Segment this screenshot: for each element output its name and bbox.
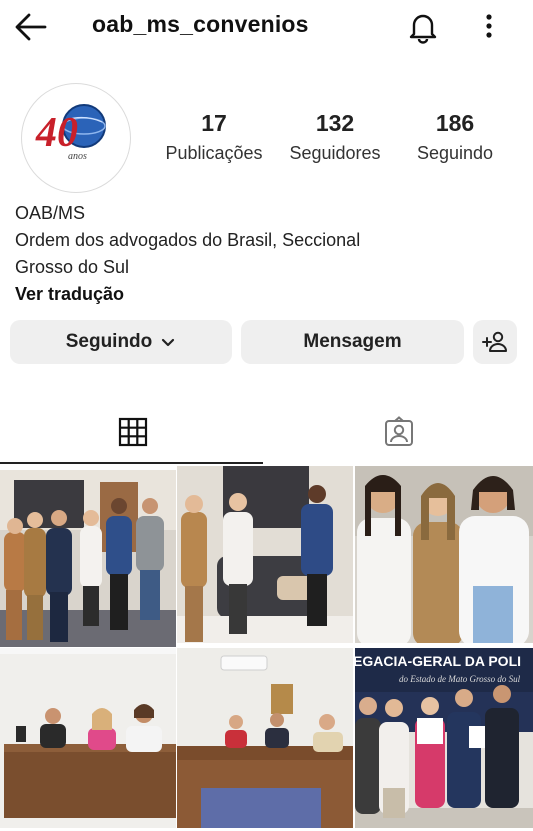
tagged-person-icon <box>385 416 413 446</box>
active-tab-indicator <box>0 462 263 464</box>
post-thumbnail[interactable] <box>0 648 176 828</box>
profile-bio: OAB/MS Ordem dos advogados do Brasil, Se… <box>15 200 360 308</box>
posts-count-value: 17 <box>201 110 227 136</box>
add-user-icon <box>482 331 507 352</box>
add-user-button[interactable] <box>473 320 517 364</box>
followers-count[interactable]: 132 Seguidores <box>280 110 390 164</box>
bio-line-1: Ordem dos advogados do Brasil, Seccional <box>15 230 361 250</box>
profile-username: oab_ms_convenios <box>92 11 309 37</box>
tab-posts-grid[interactable] <box>0 400 266 464</box>
see-translation-link[interactable]: Ver tradução <box>15 281 360 308</box>
profile-tabs <box>0 400 533 464</box>
posts-count[interactable]: 17 Publicações <box>158 110 270 164</box>
post-thumbnail[interactable] <box>0 470 176 647</box>
top-bar: oab_ms_convenios <box>0 0 533 54</box>
grid-icon <box>118 417 148 447</box>
following-count-value: 186 <box>435 110 475 136</box>
following-count-label: Seguindo <box>416 143 494 163</box>
oab-40-anos-logo: 40 anos <box>35 104 106 162</box>
chevron-down-icon <box>162 338 175 347</box>
bell-icon[interactable] <box>406 10 440 44</box>
post-thumbnail[interactable] <box>177 466 353 643</box>
followers-count-label: Seguidores <box>289 143 381 163</box>
posts-count-label: Publicações <box>165 143 263 163</box>
bio-name: OAB/MS <box>15 203 86 223</box>
post-thumbnail[interactable] <box>177 648 353 828</box>
followers-count-value: 132 <box>315 110 355 136</box>
arrow-left-icon[interactable] <box>14 12 48 42</box>
avatar-subtext: anos <box>68 151 87 162</box>
profile-avatar[interactable]: 40 anos <box>21 83 131 193</box>
message-button[interactable]: Mensagem <box>241 320 464 364</box>
post-banner-title: EGACIA-GERAL DA POLI <box>355 653 521 669</box>
post-banner-subtitle: do Estado de Mato Grosso do Sul <box>399 674 521 684</box>
post-thumbnail[interactable] <box>355 466 533 643</box>
message-button-label: Mensagem <box>303 331 402 352</box>
more-vertical-icon[interactable] <box>476 12 502 42</box>
post-thumbnail[interactable]: EGACIA-GERAL DA POLI do Estado de Mato G… <box>355 648 533 828</box>
following-count[interactable]: 186 Seguindo <box>402 110 508 164</box>
tab-tagged[interactable] <box>266 400 532 464</box>
bio-line-2: Grosso do Sul <box>15 257 130 277</box>
following-button-label: Seguindo <box>65 331 153 352</box>
following-button[interactable]: Seguindo <box>10 320 232 364</box>
avatar-number: 40 <box>35 110 78 156</box>
